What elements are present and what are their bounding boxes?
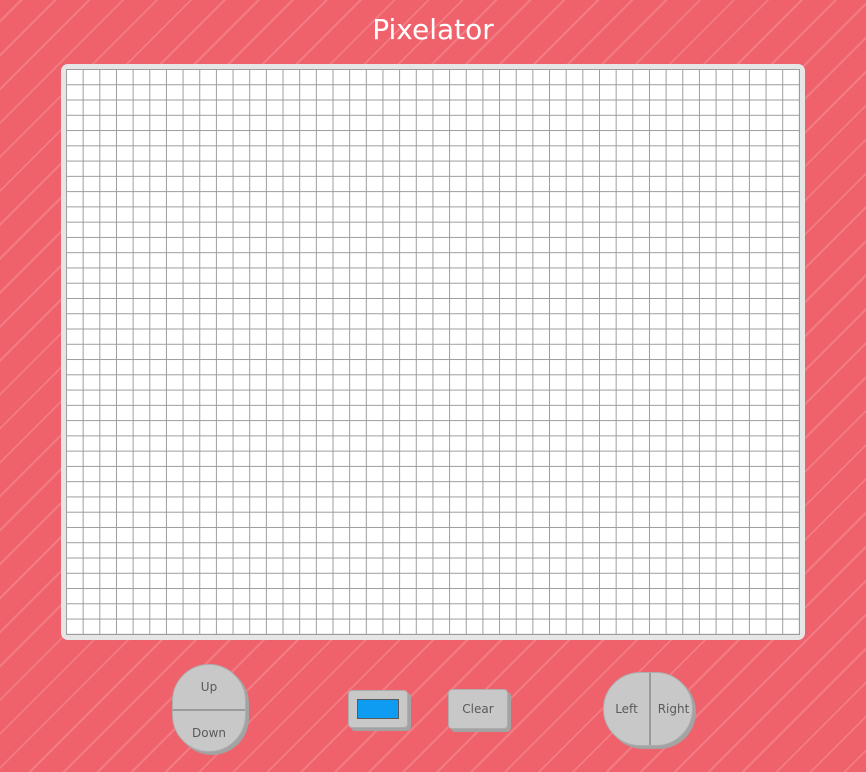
up-button[interactable]: Up — [173, 665, 245, 709]
left-right-control: Left Right — [603, 672, 693, 746]
color-swatch — [357, 699, 399, 719]
pixel-grid[interactable] — [66, 69, 800, 635]
color-picker-button[interactable] — [348, 690, 408, 728]
app-title: Pixelator — [372, 13, 494, 46]
clear-button[interactable]: Clear — [448, 689, 508, 729]
up-down-control: Up Down — [172, 664, 246, 752]
right-button[interactable]: Right — [649, 673, 692, 745]
down-button[interactable]: Down — [173, 709, 245, 751]
left-button[interactable]: Left — [604, 673, 649, 745]
pixel-board — [61, 64, 805, 640]
